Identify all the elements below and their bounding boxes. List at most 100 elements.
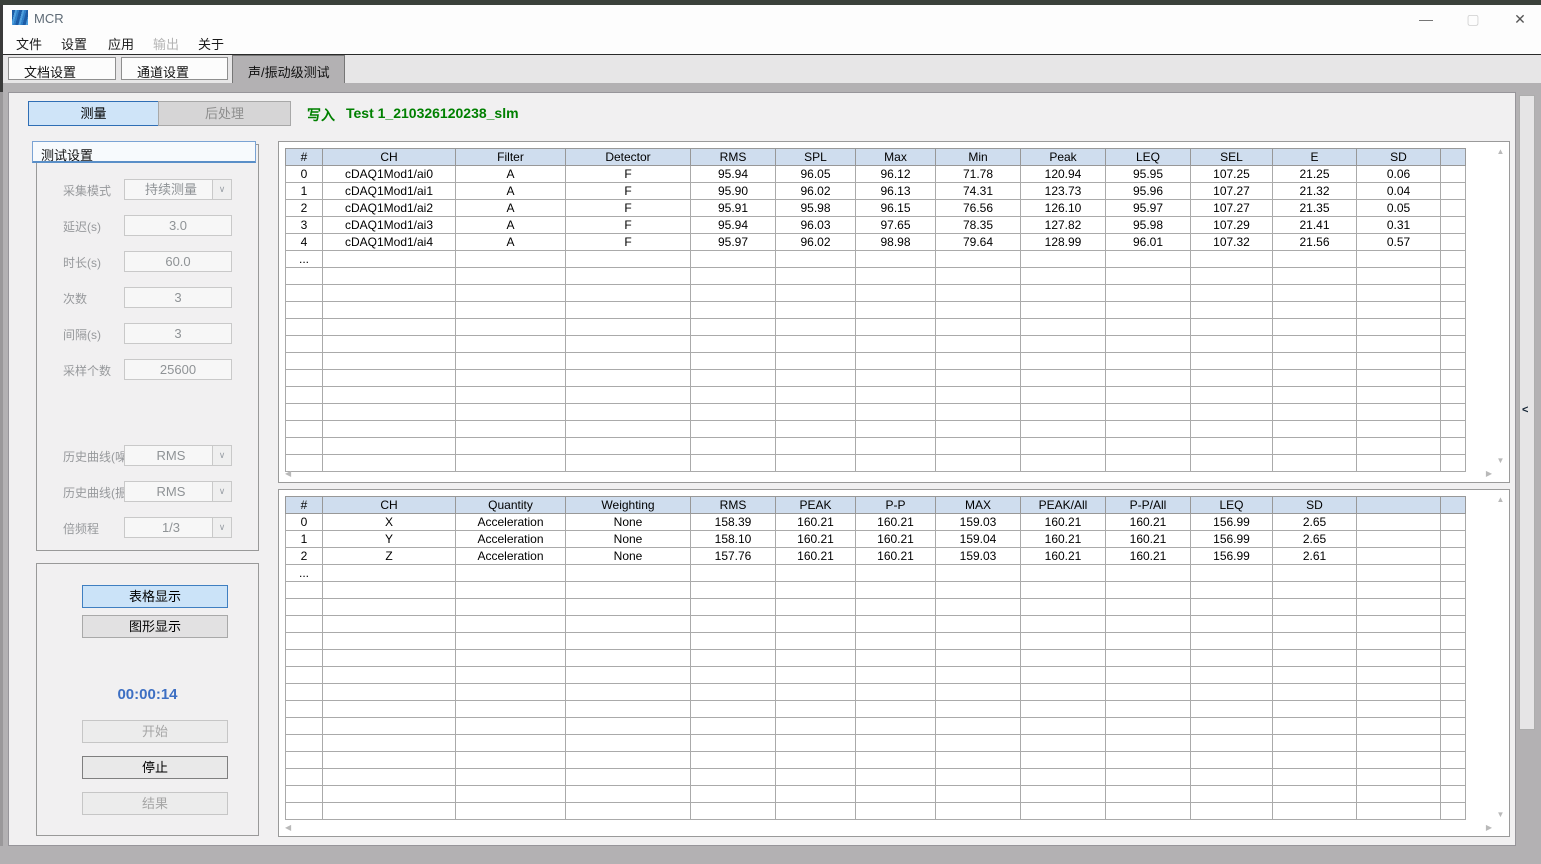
table-cell[interactable] [1441, 421, 1466, 438]
table-cell[interactable] [936, 353, 1021, 370]
table-cell[interactable] [456, 599, 566, 616]
table-cell[interactable]: 21.35 [1273, 200, 1357, 217]
table-empty-row[interactable] [286, 438, 1466, 455]
table-cell[interactable] [1441, 752, 1466, 769]
table-empty-row[interactable] [286, 735, 1466, 752]
table-cell[interactable] [1021, 370, 1106, 387]
column-header[interactable]: Detector [566, 149, 691, 166]
table-cell[interactable]: A [456, 217, 566, 234]
table-cell[interactable] [566, 302, 691, 319]
table-cell[interactable] [1357, 735, 1441, 752]
table-cell[interactable]: 71.78 [936, 166, 1021, 183]
delay-input[interactable]: 3.0 [124, 215, 232, 236]
table-cell[interactable] [566, 251, 691, 268]
table-cell[interactable] [1357, 718, 1441, 735]
table-cell[interactable]: None [566, 514, 691, 531]
table-cell[interactable] [456, 387, 566, 404]
table-cell[interactable] [1357, 752, 1441, 769]
column-header[interactable] [1357, 497, 1441, 514]
table-cell[interactable] [1357, 353, 1441, 370]
table-cell[interactable] [691, 336, 776, 353]
table-cell[interactable] [286, 404, 323, 421]
table-cell[interactable] [1106, 387, 1191, 404]
table-cell[interactable] [1273, 370, 1357, 387]
table-cell[interactable] [1106, 718, 1191, 735]
table-cell[interactable] [691, 565, 776, 582]
table-cell[interactable] [1357, 684, 1441, 701]
table-cell[interactable] [286, 718, 323, 735]
table-cell[interactable] [856, 735, 936, 752]
table-cell[interactable] [286, 353, 323, 370]
table-cell[interactable] [323, 616, 456, 633]
table-cell[interactable]: 76.56 [936, 200, 1021, 217]
table-cell[interactable]: 21.32 [1273, 183, 1357, 200]
table-cell[interactable] [1021, 251, 1106, 268]
table-cell[interactable] [856, 769, 936, 786]
table-empty-row[interactable] [286, 718, 1466, 735]
table-cell[interactable] [566, 803, 691, 820]
table-cell[interactable] [1191, 701, 1273, 718]
table-empty-row[interactable] [286, 701, 1466, 718]
table-cell[interactable] [1106, 302, 1191, 319]
table-cell[interactable] [456, 803, 566, 820]
table-cell[interactable] [856, 633, 936, 650]
table-cell[interactable]: 95.94 [691, 217, 776, 234]
table-cell[interactable] [1191, 438, 1273, 455]
table-cell[interactable] [1273, 268, 1357, 285]
table-cell[interactable] [1357, 803, 1441, 820]
table-cell[interactable] [323, 701, 456, 718]
table-cell[interactable] [1106, 319, 1191, 336]
column-header[interactable]: PEAK/All [1021, 497, 1106, 514]
table-cell[interactable] [1441, 616, 1466, 633]
table-cell[interactable] [1357, 616, 1441, 633]
horizontal-scrollbar[interactable]: ◀ ▶ [285, 467, 1492, 480]
table-cell[interactable] [1021, 718, 1106, 735]
table-cell[interactable] [1191, 251, 1273, 268]
table-cell[interactable] [856, 565, 936, 582]
scroll-left-icon[interactable]: ◀ [285, 824, 291, 832]
table-cell[interactable] [936, 701, 1021, 718]
table-cell[interactable] [323, 285, 456, 302]
table-cell[interactable]: cDAQ1Mod1/ai4 [323, 234, 456, 251]
table-cell[interactable]: 160.21 [856, 514, 936, 531]
table-empty-row[interactable] [286, 786, 1466, 803]
table-cell[interactable] [1441, 353, 1466, 370]
table-cell[interactable]: 160.21 [1106, 548, 1191, 565]
table-cell[interactable] [286, 684, 323, 701]
table-cell[interactable] [1441, 217, 1466, 234]
table-cell[interactable] [1273, 769, 1357, 786]
table-cell[interactable] [1021, 302, 1106, 319]
table-cell[interactable] [1191, 599, 1273, 616]
table-cell[interactable]: Y [323, 531, 456, 548]
table-cell[interactable] [1106, 438, 1191, 455]
table-cell[interactable]: 160.21 [776, 548, 856, 565]
table-cell[interactable]: 2.65 [1273, 514, 1357, 531]
octave-dropdown[interactable]: 1/3∨ [124, 517, 232, 538]
table-cell[interactable] [1021, 438, 1106, 455]
table-cell[interactable] [456, 319, 566, 336]
table-cell[interactable]: F [566, 234, 691, 251]
table-cell[interactable]: 107.29 [1191, 217, 1273, 234]
table-cell[interactable] [566, 285, 691, 302]
graph-display-button[interactable]: 图形显示 [82, 615, 228, 638]
table-cell[interactable] [1191, 735, 1273, 752]
table-cell[interactable] [456, 370, 566, 387]
table-cell[interactable] [1273, 387, 1357, 404]
vertical-scrollbar[interactable]: ▲ ▼ [1494, 496, 1507, 819]
table-cell[interactable]: 123.73 [1021, 183, 1106, 200]
table-cell[interactable] [1357, 421, 1441, 438]
table-cell[interactable]: cDAQ1Mod1/ai2 [323, 200, 456, 217]
collapse-left-icon[interactable]: < [1522, 404, 1528, 416]
table-cell[interactable] [936, 387, 1021, 404]
table-cell[interactable] [776, 336, 856, 353]
table-cell[interactable] [776, 565, 856, 582]
table-cell[interactable] [1191, 803, 1273, 820]
table-cell[interactable]: A [456, 183, 566, 200]
table-cell[interactable]: F [566, 166, 691, 183]
table-cell[interactable]: 21.56 [1273, 234, 1357, 251]
table-cell[interactable]: 79.64 [936, 234, 1021, 251]
table-cell[interactable]: F [566, 200, 691, 217]
menu-apply[interactable]: 应用 [108, 34, 134, 53]
table-cell[interactable] [1273, 735, 1357, 752]
table-cell[interactable] [856, 353, 936, 370]
